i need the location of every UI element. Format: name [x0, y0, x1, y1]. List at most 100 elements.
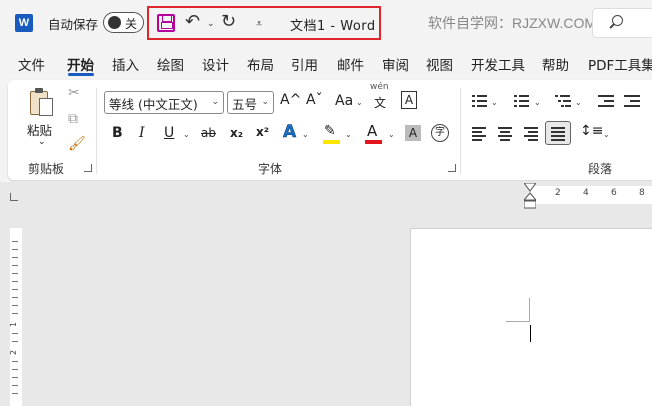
tab-developer[interactable]: 开发工具	[471, 54, 525, 74]
underline-dropdown-icon[interactable]: ⌄	[183, 130, 190, 139]
tab-home[interactable]: 开始	[67, 54, 94, 74]
justify-button[interactable]	[545, 121, 571, 145]
font-color-button[interactable]: A	[367, 122, 377, 140]
vertical-ruler[interactable]: 1 2	[0, 208, 30, 406]
font-name-combo[interactable]: 等线 (中文正文) ⌄	[104, 91, 224, 114]
tab-review[interactable]: 审阅	[382, 54, 409, 74]
bullets-dropdown-icon[interactable]: ⌄	[491, 98, 498, 107]
tab-selector-icon[interactable]	[10, 193, 18, 201]
cut-icon[interactable]: ✂	[68, 85, 80, 101]
autosave-state: 关	[125, 17, 138, 31]
customize-qat-icon[interactable]: ⩡	[256, 17, 262, 31]
bold-button[interactable]: B	[112, 125, 123, 141]
phonetic-guide-top[interactable]: wén	[370, 82, 389, 92]
clipboard-dialog-launcher[interactable]	[84, 164, 92, 172]
paste-icon[interactable]	[30, 88, 54, 116]
align-left-icon[interactable]	[472, 127, 488, 141]
shrink-font-button[interactable]: Aˇ	[306, 92, 323, 108]
search-box[interactable]	[592, 8, 652, 38]
tab-pdf-tools[interactable]: PDF工具集	[588, 54, 652, 74]
increase-indent-icon[interactable]	[624, 94, 640, 108]
redo-icon[interactable]: ↻	[221, 11, 236, 32]
ruler-text-area	[10, 228, 22, 406]
quick-access-toolbar: ↶ ⌄ ↻ ⩡ 文档1 - Word	[147, 6, 381, 40]
tab-file[interactable]: 文件	[18, 54, 45, 74]
numbering-icon[interactable]	[514, 94, 530, 108]
document-page[interactable]	[410, 228, 652, 406]
ruler-number: 2	[555, 188, 561, 198]
ruler-tick	[12, 305, 18, 306]
tab-mailings[interactable]: 邮件	[337, 54, 364, 74]
autosave-toggle[interactable]: 关	[103, 12, 144, 33]
ruler-number: 4	[583, 188, 589, 198]
site-watermark: 软件自学网：RJZXW.COM	[428, 15, 596, 31]
clipboard-group-label: 剪贴板	[28, 162, 65, 176]
subscript-button[interactable]: x₂	[230, 126, 243, 140]
change-case-dropdown-icon[interactable]: ⌄	[356, 98, 363, 107]
multilevel-list-icon[interactable]	[555, 94, 571, 108]
ribbon-tabs: 文件 开始 插入 绘图 设计 布局 引用 邮件 审阅 视图 开发工具 帮助 PD…	[0, 46, 652, 78]
font-group-label: 字体	[258, 162, 283, 176]
ruler-number: 6	[611, 188, 617, 198]
underline-button[interactable]: U	[164, 125, 174, 141]
undo-icon[interactable]: ↶	[185, 11, 200, 32]
strikethrough-button[interactable]: ab	[201, 126, 216, 140]
align-center-icon[interactable]	[498, 127, 514, 141]
character-border-button[interactable]: A	[401, 91, 417, 109]
line-spacing-dropdown-icon[interactable]: ⌄	[603, 130, 610, 139]
ruler-tick	[12, 361, 18, 362]
ruler-tick	[12, 385, 18, 386]
character-shading-button[interactable]: A	[405, 125, 421, 141]
highlight-icon[interactable]: ✎	[324, 123, 336, 139]
font-color-dropdown-icon[interactable]: ⌄	[388, 130, 395, 139]
word-app-icon: W	[15, 14, 33, 32]
text-effects-dropdown-icon[interactable]: ⌄	[302, 130, 309, 139]
ruler-tick	[12, 393, 18, 394]
numbering-dropdown-icon[interactable]: ⌄	[534, 98, 541, 107]
chevron-down-icon: ⌄	[261, 97, 269, 107]
highlight-dropdown-icon[interactable]: ⌄	[345, 130, 352, 139]
text-effects-button[interactable]: A	[283, 122, 297, 143]
bullets-icon[interactable]	[472, 94, 488, 108]
ribbon-home: 粘贴 ⌄ ✂ ⧉ 🖌 剪贴板 等线 (中文正文) ⌄ 五号 ⌄ A^ Aˇ Aa…	[8, 80, 652, 180]
decrease-indent-icon[interactable]	[598, 94, 614, 108]
font-size-value: 五号	[232, 97, 258, 112]
highlight-color-bar	[323, 140, 340, 144]
copy-icon[interactable]: ⧉	[68, 111, 78, 127]
chevron-down-icon: ⌄	[211, 97, 219, 107]
ruler-number: 8	[639, 188, 645, 198]
tab-references[interactable]: 引用	[291, 54, 318, 74]
superscript-button[interactable]: x²	[256, 125, 269, 139]
change-case-button[interactable]: Aa	[335, 93, 353, 109]
multilevel-dropdown-icon[interactable]: ⌄	[575, 98, 582, 107]
font-size-combo[interactable]: 五号 ⌄	[227, 91, 274, 114]
tab-layout[interactable]: 布局	[247, 54, 274, 74]
tab-insert[interactable]: 插入	[112, 54, 139, 74]
ruler-number: 2	[9, 349, 19, 356]
font-name-value: 等线 (中文正文)	[109, 97, 198, 112]
justify-icon	[551, 127, 567, 141]
tab-help[interactable]: 帮助	[542, 54, 569, 74]
enclose-characters-button[interactable]: 字	[431, 124, 449, 142]
line-spacing-icon[interactable]: ↕≡	[580, 123, 603, 139]
ruler-tick	[12, 377, 18, 378]
save-icon[interactable]	[157, 14, 175, 32]
paste-dropdown-icon[interactable]: ⌄	[38, 137, 46, 147]
ruler-tick	[12, 249, 18, 250]
ruler-tick	[12, 257, 18, 258]
italic-button[interactable]: I	[139, 125, 145, 141]
undo-dropdown-icon[interactable]: ⌄	[207, 19, 215, 29]
indent-marker-icon[interactable]	[524, 183, 536, 209]
horizontal-ruler[interactable]: 2 4 6 8	[30, 182, 652, 208]
tab-draw[interactable]: 绘图	[157, 54, 184, 74]
phonetic-guide-button[interactable]: 文	[374, 94, 386, 111]
format-painter-icon[interactable]: 🖌	[68, 136, 86, 152]
font-dialog-launcher[interactable]	[448, 164, 456, 172]
toggle-knob	[108, 16, 121, 29]
align-right-icon[interactable]	[524, 127, 540, 141]
ruler-number: 1	[9, 321, 19, 328]
ruler-tick	[12, 313, 18, 314]
tab-view[interactable]: 视图	[426, 54, 453, 74]
grow-font-button[interactable]: A^	[280, 92, 301, 108]
tab-design[interactable]: 设计	[202, 54, 229, 74]
